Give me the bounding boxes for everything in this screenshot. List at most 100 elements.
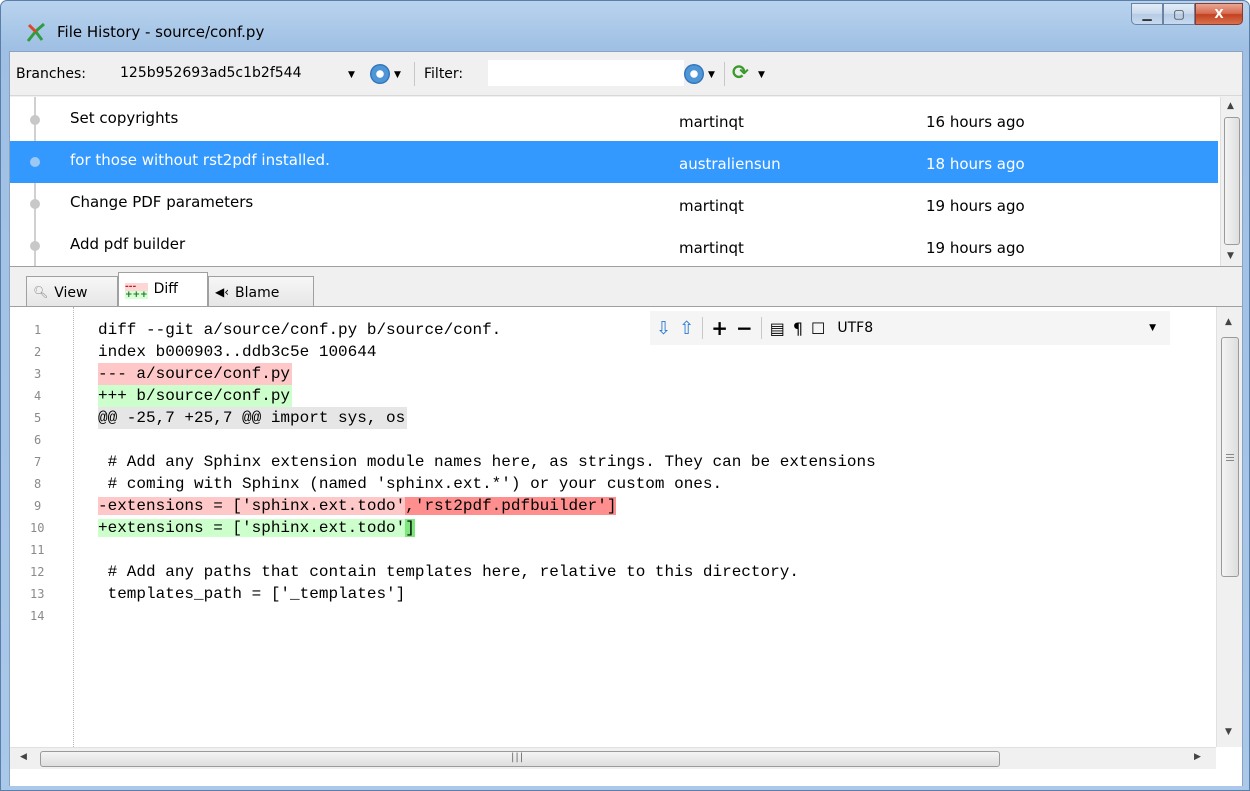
revision-message: Change PDF parameters: [70, 193, 254, 211]
chevron-down-icon[interactable]: ▼: [708, 70, 715, 80]
scroll-right-icon[interactable]: ▶: [1194, 752, 1201, 762]
branch-selector[interactable]: 125b952693ad5c1b2f544: [118, 60, 368, 86]
git-extensions-icon: [26, 22, 45, 42]
line-number-gutter: 1 2 3 4 5 6 7 8 9 10 11 12 13 14: [10, 307, 74, 747]
code-line-context: # coming with Sphinx (named 'sphinx.ext.…: [98, 475, 723, 493]
show-whitespace-icon[interactable]: ¶: [793, 319, 803, 338]
editor-vertical-scrollbar[interactable]: ▲ ▼: [1216, 307, 1242, 747]
line-number: 4: [34, 389, 42, 403]
code-line-context: # Add any paths that contain templates h…: [98, 563, 799, 581]
removed-highlight: ,'rst2pdf.pdfbuilder']: [405, 497, 617, 515]
scroll-up-icon[interactable]: ▲: [1225, 317, 1232, 327]
revision-date: 19 hours ago: [926, 239, 1025, 257]
chevron-down-icon[interactable]: ▼: [394, 70, 401, 80]
revision-list-scrollbar[interactable]: ▲ ▼: [1220, 97, 1242, 266]
toolbar-separator: [702, 317, 704, 339]
maximize-icon: ▢: [1173, 7, 1185, 21]
next-change-icon[interactable]: ⇩: [656, 318, 671, 339]
revision-list: Set copyrights martinqt 16 hours ago for…: [10, 97, 1242, 267]
increase-context-icon[interactable]: +: [711, 316, 728, 340]
revision-row[interactable]: Set copyrights martinqt 16 hours ago: [10, 99, 1218, 141]
scroll-up-icon[interactable]: ▲: [1227, 101, 1234, 111]
commit-node-icon: [30, 157, 40, 167]
line-number: 1: [34, 323, 42, 337]
line-number: 8: [34, 477, 42, 491]
revision-row[interactable]: Change PDF parameters martinqt 19 hours …: [10, 183, 1218, 225]
toolbar: Branches: 125b952693ad5c1b2f544 ▼ ▼ Filt…: [10, 52, 1242, 96]
code-line-hunk-header: @@ -25,7 +25,7 @@ import sys, os: [98, 407, 408, 429]
ignore-whitespace-icon[interactable]: ☐: [811, 319, 825, 338]
title-bar[interactable]: File History - source/conf.py ▁ ▢ X: [1, 1, 1249, 45]
decrease-context-icon[interactable]: −: [736, 316, 753, 340]
line-number: 12: [30, 565, 45, 579]
branch-value: 125b952693ad5c1b2f544: [120, 65, 302, 81]
tab-view[interactable]: 🔍︎ View: [26, 276, 118, 306]
grip-line: [1226, 454, 1234, 455]
revision-date: 19 hours ago: [926, 197, 1025, 215]
scroll-left-icon[interactable]: ◀: [20, 752, 27, 762]
line-number: 14: [30, 609, 45, 623]
line-number: 13: [30, 587, 45, 601]
line-number: 10: [30, 521, 45, 535]
added-text: +extensions = ['sphinx.ext.todo': [98, 519, 406, 537]
scroll-thumb[interactable]: |||: [40, 751, 1000, 767]
grip-icon: |||: [511, 752, 525, 763]
minimize-button[interactable]: ▁: [1131, 3, 1163, 25]
entire-file-icon[interactable]: ▤: [770, 319, 785, 338]
scroll-down-icon[interactable]: ▼: [1227, 251, 1234, 261]
revision-author: martinqt: [679, 239, 744, 257]
diff-editor[interactable]: 1 2 3 4 5 6 7 8 9 10 11 12 13 14 diff --…: [10, 306, 1242, 786]
editor-horizontal-scrollbar[interactable]: ◀ ||| ▶: [10, 747, 1216, 769]
gear-icon[interactable]: [370, 64, 390, 84]
line-number: 9: [34, 499, 42, 513]
magnifier-icon: 🔍︎: [33, 285, 49, 299]
branches-label: Branches:: [16, 66, 87, 82]
encoding-selector[interactable]: UTF8: [837, 320, 873, 336]
chevron-down-icon[interactable]: ▼: [758, 70, 765, 80]
code-line-added: +extensions = ['sphinx.ext.todo']: [98, 517, 415, 539]
line-number: 5: [34, 411, 42, 425]
scroll-down-icon[interactable]: ▼: [1225, 727, 1232, 737]
scroll-thumb[interactable]: [1221, 337, 1239, 577]
removed-text: -extensions = ['sphinx.ext.todo': [98, 497, 406, 515]
revision-date: 16 hours ago: [926, 113, 1025, 131]
refresh-icon[interactable]: ⟳: [732, 60, 749, 84]
chevron-down-icon[interactable]: ▼: [1149, 323, 1156, 333]
scroll-thumb[interactable]: [1224, 117, 1240, 245]
diff-icon: --- +++: [125, 282, 148, 300]
chevron-down-icon[interactable]: ▼: [348, 70, 355, 80]
file-history-window: File History - source/conf.py ▁ ▢ X Bran…: [0, 0, 1250, 791]
tab-view-label: View: [54, 285, 88, 301]
code-line-header: diff --git a/source/conf.py b/source/con…: [98, 321, 502, 339]
close-button[interactable]: X: [1195, 3, 1243, 25]
client-area: Branches: 125b952693ad5c1b2f544 ▼ ▼ Filt…: [9, 51, 1243, 786]
tab-diff-label: Diff: [153, 281, 178, 297]
previous-change-icon[interactable]: ⇧: [679, 318, 694, 339]
line-number: 6: [34, 433, 42, 447]
megaphone-icon: ◀‹: [215, 285, 230, 299]
filter-label: Filter:: [424, 66, 464, 82]
line-number: 2: [34, 345, 42, 359]
revision-message: for those without rst2pdf installed.: [70, 151, 330, 169]
toolbar-separator: [414, 62, 415, 86]
line-number: 7: [34, 455, 42, 469]
revision-row[interactable]: Add pdf builder martinqt 19 hours ago: [10, 225, 1218, 266]
revision-message: Set copyrights: [70, 109, 179, 127]
view-tabs: 🔍︎ View --- +++ Diff ◀‹ Blame: [10, 272, 1242, 306]
revision-row-selected[interactable]: for those without rst2pdf installed. aus…: [10, 141, 1218, 183]
toolbar-separator: [760, 317, 762, 339]
revision-author: australiensun: [679, 155, 781, 173]
tab-diff[interactable]: --- +++ Diff: [118, 272, 208, 306]
close-icon: X: [1214, 7, 1224, 21]
line-number: 11: [30, 543, 45, 557]
code-line-removed: -extensions = ['sphinx.ext.todo','rst2pd…: [98, 495, 617, 517]
minimize-icon: ▁: [1142, 7, 1152, 21]
revision-message: Add pdf builder: [70, 235, 186, 253]
revision-author: martinqt: [679, 113, 744, 131]
commit-node-icon: [30, 241, 40, 251]
maximize-button[interactable]: ▢: [1163, 3, 1195, 25]
added-highlight: ]: [405, 519, 415, 537]
gear-icon[interactable]: [684, 64, 704, 84]
filter-input[interactable]: [488, 60, 684, 86]
tab-blame[interactable]: ◀‹ Blame: [208, 276, 314, 306]
